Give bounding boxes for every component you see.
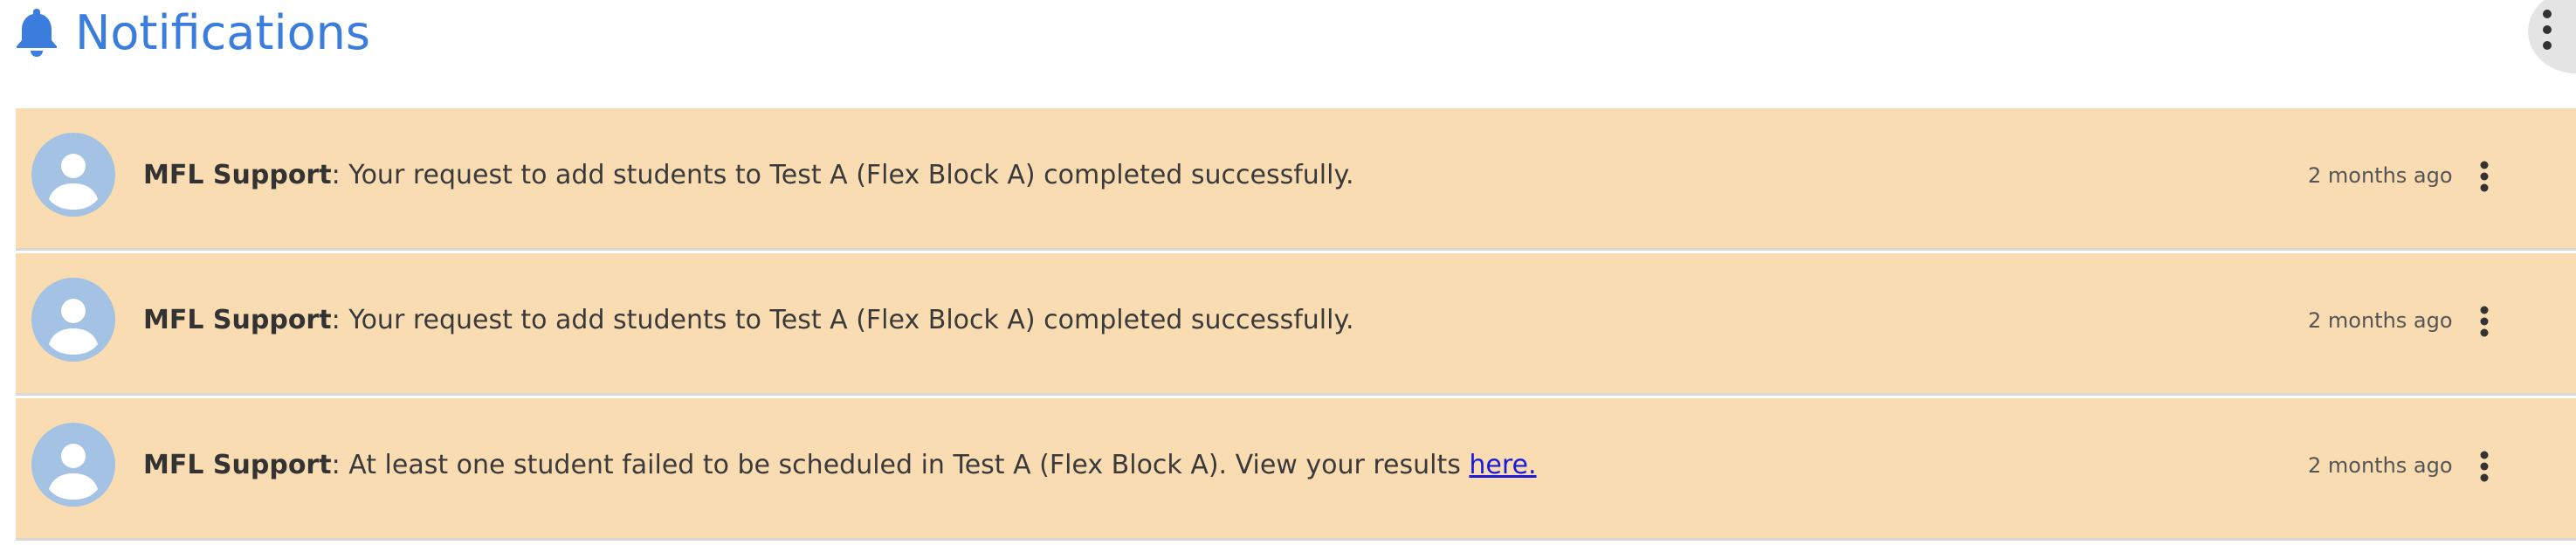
notification-timestamp: 2 months ago <box>2308 308 2453 333</box>
notification-item[interactable]: MFL Support: Your request to add student… <box>16 108 2576 251</box>
notification-options-button[interactable] <box>2465 437 2504 493</box>
notification-text: At least one student failed to be schedu… <box>348 450 1470 480</box>
notification-separator: : <box>331 305 349 335</box>
notification-options-button[interactable] <box>2465 147 2504 203</box>
notification-sender: MFL Support <box>143 450 332 480</box>
notification-sender: MFL Support <box>143 160 332 190</box>
avatar <box>31 133 115 217</box>
results-link[interactable]: here. <box>1469 450 1536 480</box>
notification-text: Your request to add students to Test A (… <box>348 160 1354 190</box>
notification-message: MFL Support: Your request to add student… <box>143 299 1353 342</box>
vertical-dots-icon <box>2480 306 2489 337</box>
avatar <box>31 423 115 507</box>
bell-icon <box>17 9 57 57</box>
notification-separator: : <box>331 450 349 480</box>
notification-timestamp: 2 months ago <box>2308 453 2453 478</box>
notification-text: Your request to add students to Test A (… <box>348 305 1354 335</box>
vertical-dots-icon <box>2543 10 2552 50</box>
notification-message: MFL Support: At least one student failed… <box>143 444 1537 487</box>
vertical-dots-icon <box>2480 161 2489 192</box>
vertical-dots-icon <box>2480 451 2489 482</box>
notification-item[interactable]: MFL Support: Your request to add student… <box>16 253 2576 396</box>
avatar <box>31 278 115 362</box>
notification-message: MFL Support: Your request to add student… <box>143 154 1353 197</box>
notification-list: MFL Support: Your request to add student… <box>16 108 2576 543</box>
header-options-button[interactable] <box>2528 0 2576 73</box>
notification-item[interactable]: MFL Support: At least one student failed… <box>16 398 2576 541</box>
notification-sender: MFL Support <box>143 305 332 335</box>
notification-timestamp: 2 months ago <box>2308 163 2453 188</box>
notification-separator: : <box>331 160 349 190</box>
page-title: Notifications <box>75 5 370 60</box>
page-header: Notifications <box>0 0 2576 87</box>
notification-options-button[interactable] <box>2465 292 2504 348</box>
